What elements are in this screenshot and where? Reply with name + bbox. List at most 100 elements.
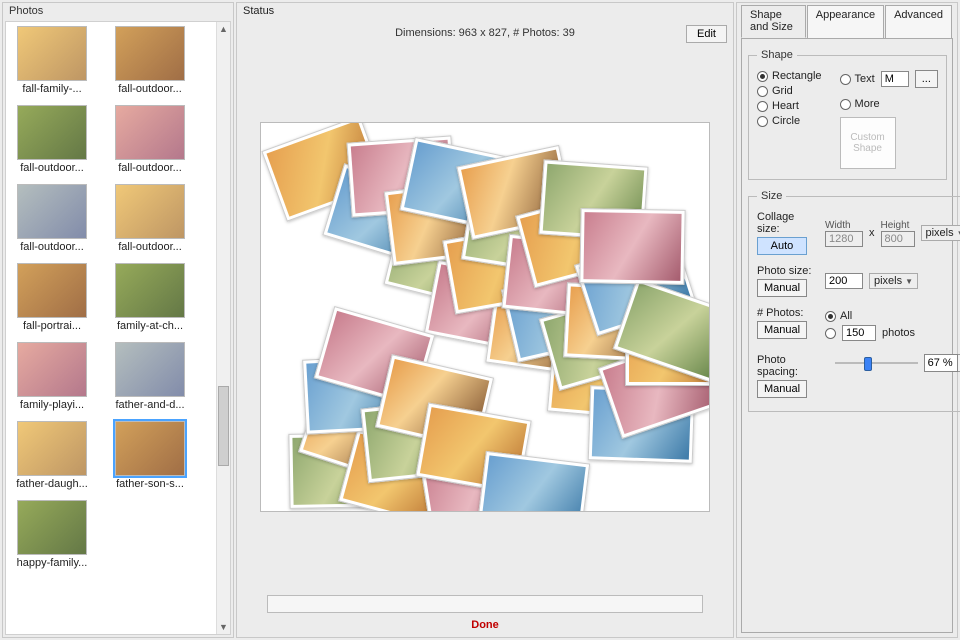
- radio-circle[interactable]: Circle: [757, 115, 822, 127]
- radio-grid-label: Grid: [772, 85, 793, 97]
- dimensions-text: Dimensions: 963 x 827, # Photos: 39: [395, 27, 575, 39]
- custom-shape-box[interactable]: Custom Shape: [840, 117, 896, 169]
- thumb-item[interactable]: fall-outdoor...: [110, 105, 190, 174]
- thumb-image[interactable]: [115, 263, 185, 318]
- thumb-image[interactable]: [17, 263, 87, 318]
- thumb-item[interactable]: father-daugh...: [12, 421, 92, 490]
- status-panel-title: Status: [237, 3, 733, 19]
- scroll-down-arrow-icon[interactable]: ▼: [217, 620, 230, 634]
- thumb-label: fall-outdoor...: [20, 241, 84, 253]
- photos-panel-title: Photos: [3, 3, 233, 19]
- thumb-image[interactable]: [115, 184, 185, 239]
- photo-size-label: Photo size:: [757, 265, 819, 277]
- radio-heart-label: Heart: [772, 100, 799, 112]
- collage-size-label: Collage size:: [757, 211, 819, 235]
- radio-circle-label: Circle: [772, 115, 800, 127]
- thumb-image[interactable]: [17, 105, 87, 160]
- thumb-label: fall-family-...: [22, 83, 81, 95]
- thumb-item[interactable]: fall-outdoor...: [12, 105, 92, 174]
- thumb-image[interactable]: [115, 342, 185, 397]
- spacing-value-input[interactable]: [924, 354, 958, 372]
- thumb-image[interactable]: [17, 500, 87, 555]
- thumb-item[interactable]: father-and-d...: [110, 342, 190, 411]
- scroll-handle[interactable]: [218, 386, 229, 466]
- photo-size-unit-select[interactable]: pixels▼: [869, 273, 918, 289]
- thumb-item[interactable]: happy-family...: [12, 500, 92, 569]
- thumb-item[interactable]: fall-family-...: [12, 26, 92, 95]
- spacing-label: Photo spacing:: [757, 354, 829, 378]
- photo-size-input[interactable]: [825, 273, 863, 289]
- collage-unit-select[interactable]: pixels▼: [921, 225, 960, 241]
- tab-appearance[interactable]: Appearance: [807, 5, 884, 38]
- spacing-slider[interactable]: [835, 355, 918, 371]
- photos-word: photos: [882, 327, 915, 339]
- shape-group: Shape Rectangle Grid Heart Circle Text .…: [748, 49, 947, 180]
- collage-preview[interactable]: [260, 122, 710, 512]
- edit-button[interactable]: Edit: [686, 25, 727, 43]
- thumb-label: family-at-ch...: [117, 320, 183, 332]
- thumb-label: fall-outdoor...: [118, 83, 182, 95]
- photo-unit-label: pixels: [874, 275, 902, 287]
- chevron-down-icon: ▼: [905, 277, 913, 286]
- thumb-image[interactable]: [115, 26, 185, 81]
- status-done-text: Done: [237, 619, 733, 637]
- thumb-item[interactable]: family-playi...: [12, 342, 92, 411]
- collage-tile: [477, 451, 590, 512]
- spacing-manual-button[interactable]: Manual: [757, 380, 807, 398]
- tab-advanced[interactable]: Advanced: [885, 5, 952, 38]
- radio-num-photos[interactable]: [825, 328, 836, 339]
- radio-text[interactable]: Text: [840, 73, 875, 85]
- shape-text-input[interactable]: [881, 71, 909, 87]
- collage-preview-wrap: [237, 43, 733, 591]
- thumb-label: fall-portrai...: [23, 320, 81, 332]
- photos-scrollbar[interactable]: ▲ ▼: [216, 22, 230, 634]
- size-legend: Size: [757, 190, 786, 202]
- radio-rectangle[interactable]: Rectangle: [757, 70, 822, 82]
- thumb-item[interactable]: father-son-s...: [110, 421, 190, 490]
- size-group: Size Collage size: Auto Width x Height: [748, 190, 960, 412]
- photos-panel: Photos fall-family-...fall-outdoor...fal…: [2, 2, 234, 638]
- collage-tile: [579, 208, 685, 285]
- collage-size-auto-button[interactable]: Auto: [757, 237, 807, 255]
- num-photos-manual-button[interactable]: Manual: [757, 321, 807, 339]
- width-label: Width: [825, 220, 863, 231]
- photos-grid: fall-family-... fall-outdoor... fall-outdo…: [6, 22, 230, 573]
- radio-text-label: Text: [855, 73, 875, 85]
- scroll-up-arrow-icon[interactable]: ▲: [217, 22, 230, 36]
- thumb-image[interactable]: [17, 184, 87, 239]
- thumb-image[interactable]: [115, 421, 185, 476]
- chevron-down-icon: ▼: [957, 229, 960, 238]
- thumb-image[interactable]: [17, 342, 87, 397]
- collage-width-input: [825, 231, 863, 247]
- radio-rectangle-label: Rectangle: [772, 70, 822, 82]
- thumb-label: fall-outdoor...: [20, 162, 84, 174]
- thumb-item[interactable]: fall-outdoor...: [12, 184, 92, 253]
- app-root: Photos fall-family-...fall-outdoor...fal…: [0, 0, 960, 640]
- thumb-item[interactable]: fall-portrai...: [12, 263, 92, 332]
- photos-scroll-area: fall-family-... fall-outdoor... fall-outdo…: [5, 21, 231, 635]
- thumb-image[interactable]: [17, 421, 87, 476]
- num-photos-input[interactable]: [842, 325, 876, 341]
- photo-size-manual-button[interactable]: Manual: [757, 279, 807, 297]
- tab-shape-size[interactable]: Shape and Size: [741, 5, 806, 38]
- thumb-label: father-and-d...: [115, 399, 184, 411]
- thumb-item[interactable]: family-at-ch...: [110, 263, 190, 332]
- radio-more[interactable]: More: [840, 98, 880, 110]
- collage-height-input: [881, 231, 915, 247]
- thumb-image[interactable]: [17, 26, 87, 81]
- thumb-item[interactable]: fall-outdoor...: [110, 184, 190, 253]
- radio-all-photos[interactable]: All: [825, 310, 915, 322]
- radio-heart[interactable]: Heart: [757, 100, 822, 112]
- status-panel: Status Dimensions: 963 x 827, # Photos: …: [236, 2, 734, 638]
- thumb-label: happy-family...: [17, 557, 88, 569]
- radio-grid[interactable]: Grid: [757, 85, 822, 97]
- radio-all-label: All: [840, 310, 852, 322]
- height-label: Height: [881, 220, 915, 231]
- radio-more-label: More: [855, 98, 880, 110]
- thumb-image[interactable]: [115, 105, 185, 160]
- thumb-label: fall-outdoor...: [118, 162, 182, 174]
- thumb-label: fall-outdoor...: [118, 241, 182, 253]
- thumb-item[interactable]: fall-outdoor...: [110, 26, 190, 95]
- settings-panel: Shape and Size Appearance Advanced Shape…: [736, 2, 958, 638]
- shape-text-more-button[interactable]: ...: [915, 70, 938, 88]
